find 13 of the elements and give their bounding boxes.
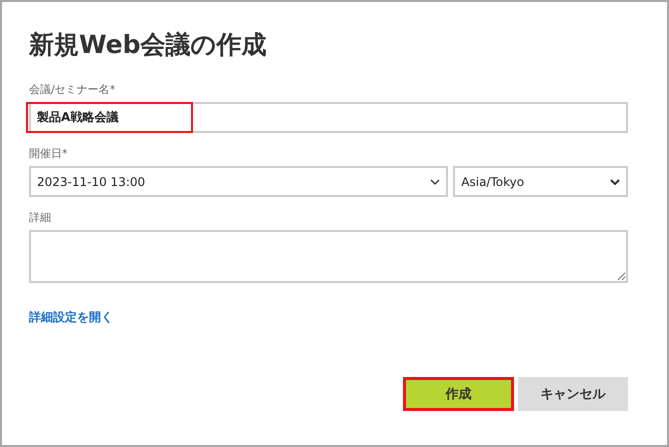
advanced-settings-link[interactable]: 詳細設定を開く bbox=[29, 309, 113, 326]
details-text-area[interactable] bbox=[29, 230, 628, 283]
timezone-select[interactable]: Asia/Tokyo bbox=[453, 166, 628, 197]
dialog-title: 新規Web会議の作成 bbox=[29, 29, 268, 61]
cancel-button[interactable]: キャンセル bbox=[518, 377, 628, 411]
chevron-down-icon bbox=[430, 178, 440, 184]
create-button[interactable]: 作成 bbox=[403, 377, 514, 411]
field-label: 詳細 bbox=[29, 211, 52, 225]
field-label: 会議/セミナー名* bbox=[29, 83, 116, 97]
chevron-down-icon bbox=[610, 178, 620, 184]
field-label: 開催日* bbox=[29, 147, 68, 161]
date-select[interactable]: 2023-11-10 13:00 bbox=[29, 166, 448, 197]
name-input-field[interactable]: 製品A戦略会議 bbox=[29, 102, 628, 133]
